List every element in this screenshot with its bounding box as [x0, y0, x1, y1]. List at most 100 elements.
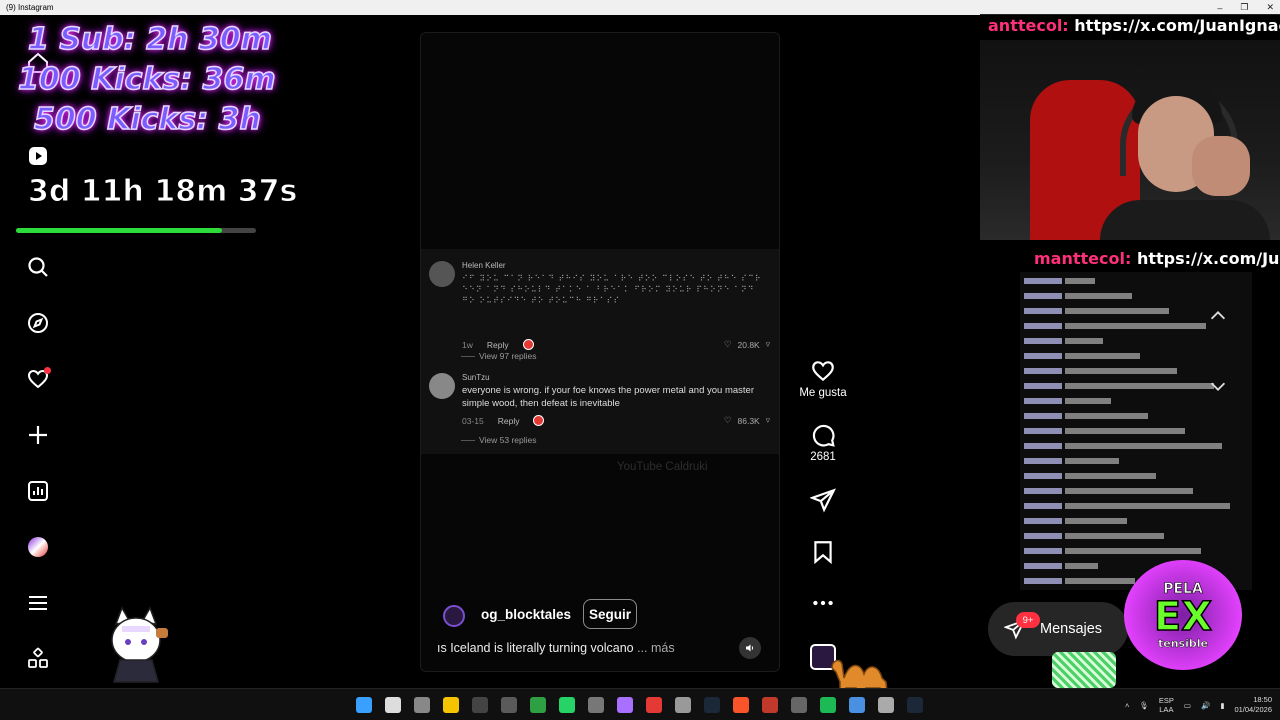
goal-line: 1 Sub: 2h 30m	[27, 21, 272, 58]
taskbar-app-icon[interactable]	[733, 697, 749, 713]
profile-avatar[interactable]	[24, 533, 52, 561]
taskbar-app-icon[interactable]	[443, 697, 459, 713]
previous-reel-button[interactable]	[1198, 296, 1238, 336]
comment-likes: ♡ 86.3K ▿	[724, 415, 770, 426]
follow-button[interactable]: Seguir	[583, 599, 637, 629]
more-options-button[interactable]	[788, 590, 858, 616]
comment-time: 1w	[462, 339, 473, 350]
like-button[interactable]: Me gusta	[788, 358, 858, 399]
battery-icon[interactable]: ▮	[1220, 701, 1224, 710]
taskbar-app-icon[interactable]	[472, 697, 488, 713]
taskbar-app-icon[interactable]	[762, 697, 778, 713]
chat-line	[1024, 500, 1252, 512]
send-icon	[810, 488, 836, 513]
taskbar-app-icon[interactable]	[646, 697, 662, 713]
taskbar-app-icon[interactable]	[559, 697, 575, 713]
taskbar-app-icon[interactable]	[414, 697, 430, 713]
messages-badge: 9+	[1016, 612, 1040, 628]
reaction-icon	[533, 415, 545, 426]
messages-button[interactable]: Mensajes	[988, 602, 1128, 656]
window-title: (9) Instagram	[6, 3, 54, 12]
more-link[interactable]: ... más	[637, 641, 675, 655]
heart-icon	[812, 361, 834, 382]
subathon-progress-fill	[16, 228, 223, 233]
taskbar-app-icon[interactable]	[704, 697, 720, 713]
taskbar-app-icon[interactable]	[907, 697, 923, 713]
author-avatar[interactable]	[443, 605, 465, 627]
window-title-bar: (9) Instagram – ❐ ✕	[0, 0, 1280, 15]
chat-line	[1024, 440, 1252, 452]
volume-icon[interactable]: 🔊	[1201, 701, 1210, 710]
subathon-timer: 3d 11h 18m 37s	[27, 174, 298, 210]
heart-outline-icon: ♡	[723, 415, 732, 425]
taskbar-app-icon[interactable]	[791, 697, 807, 713]
reel-player[interactable]: Helen Keller ⠊⠋ ⠽⠕⠥ ⠉⠁⠝ ⠗⠑⠁⠙ ⠞⠓⠊⠎ ⠽⠕⠥ ⠁⠗…	[420, 32, 780, 672]
save-button[interactable]	[788, 539, 858, 565]
chat-line	[1024, 350, 1252, 362]
decorative-can	[1052, 652, 1116, 688]
menu-icon[interactable]	[24, 589, 52, 617]
taskbar-app-icon[interactable]	[385, 697, 401, 713]
search-icon[interactable]	[24, 253, 52, 281]
anime-mascot-sticker	[111, 606, 168, 683]
comment-username: SunTzu	[462, 373, 490, 382]
logo-text-main: EX	[1153, 593, 1213, 640]
chat-line	[1024, 455, 1252, 467]
dislike-icon: ▿	[765, 339, 770, 349]
comment-button[interactable]: 2681	[788, 422, 858, 463]
chat-line	[1024, 275, 1252, 287]
streamer-webcam	[980, 40, 1280, 240]
chat-highlight-top: anttecol: https://x.com/JuanIgnacio	[980, 14, 1280, 38]
reel-footer: og_blocktales Seguir ıs Iceland is liter…	[421, 593, 779, 671]
create-icon[interactable]	[24, 421, 52, 449]
comment-screenshot: Helen Keller ⠊⠋ ⠽⠕⠥ ⠉⠁⠝ ⠗⠑⠁⠙ ⠞⠓⠊⠎ ⠽⠕⠥ ⠁⠗…	[421, 249, 779, 454]
messages-label: Mensajes	[1040, 621, 1103, 637]
microphone-icon[interactable]: 🎙	[1139, 701, 1149, 710]
system-tray: ˄ 🎙 ESP LAA ▭ 🔊 ▮ 18:50 01/04/2026	[1125, 689, 1272, 720]
share-button[interactable]	[788, 487, 858, 513]
taskbar-clock[interactable]: 18:50 01/04/2026	[1234, 695, 1272, 715]
network-icon[interactable]: ▭	[1184, 701, 1191, 710]
chat-line	[1024, 530, 1252, 542]
author-username[interactable]: og_blocktales	[481, 607, 571, 622]
reply-link: Reply	[486, 339, 509, 350]
explore-icon[interactable]	[24, 309, 52, 337]
streamer-logo: PELA EX tensible	[1124, 560, 1242, 670]
tray-overflow-icon[interactable]: ˄	[1125, 701, 1129, 710]
taskbar-app-icon[interactable]	[588, 697, 604, 713]
speaker-icon	[746, 644, 754, 652]
chat-username: anttecol:	[988, 16, 1069, 35]
language-indicator[interactable]: ESP LAA	[1159, 696, 1174, 714]
apps-icon[interactable]	[24, 645, 52, 673]
taskbar-app-icon[interactable]	[675, 697, 691, 713]
taskbar-app-icon[interactable]	[849, 697, 865, 713]
chat-highlight-lower: manttecol: https://x.com/Ju	[988, 246, 1280, 272]
bookmark-icon	[814, 541, 832, 565]
chat-line	[1024, 335, 1252, 347]
start-menu-icon[interactable]	[356, 697, 372, 713]
taskbar-app-icon[interactable]	[501, 697, 517, 713]
chat-username: manttecol:	[1034, 249, 1132, 268]
notifications-icon[interactable]	[24, 365, 52, 393]
comment-avatar	[429, 373, 455, 399]
maximize-button[interactable]: ❐	[1240, 2, 1248, 13]
taskbar-app-icon[interactable]	[617, 697, 633, 713]
taskbar-app-icon[interactable]	[820, 697, 836, 713]
next-reel-button[interactable]	[1198, 366, 1238, 406]
clock-time: 18:50	[1253, 695, 1272, 704]
reaction-icon	[522, 339, 534, 350]
dislike-icon: ▿	[765, 415, 770, 425]
volume-button[interactable]	[739, 637, 761, 659]
taskbar-app-icon[interactable]	[878, 697, 894, 713]
comment-likes: ♡ 20.8K ▿	[724, 339, 770, 350]
reply-link: Reply	[497, 415, 520, 426]
dashboard-icon[interactable]	[24, 477, 52, 505]
notification-dot	[44, 367, 51, 374]
taskbar-app-icon[interactable]	[530, 697, 546, 713]
view-replies: View 97 replies	[461, 351, 537, 361]
reels-icon[interactable]	[24, 142, 52, 170]
close-button[interactable]: ✕	[1266, 2, 1274, 13]
minimize-button[interactable]: –	[1217, 3, 1222, 13]
goal-line: 500 Kicks: 3h	[33, 101, 261, 138]
comment-time: 03-15	[462, 415, 484, 426]
